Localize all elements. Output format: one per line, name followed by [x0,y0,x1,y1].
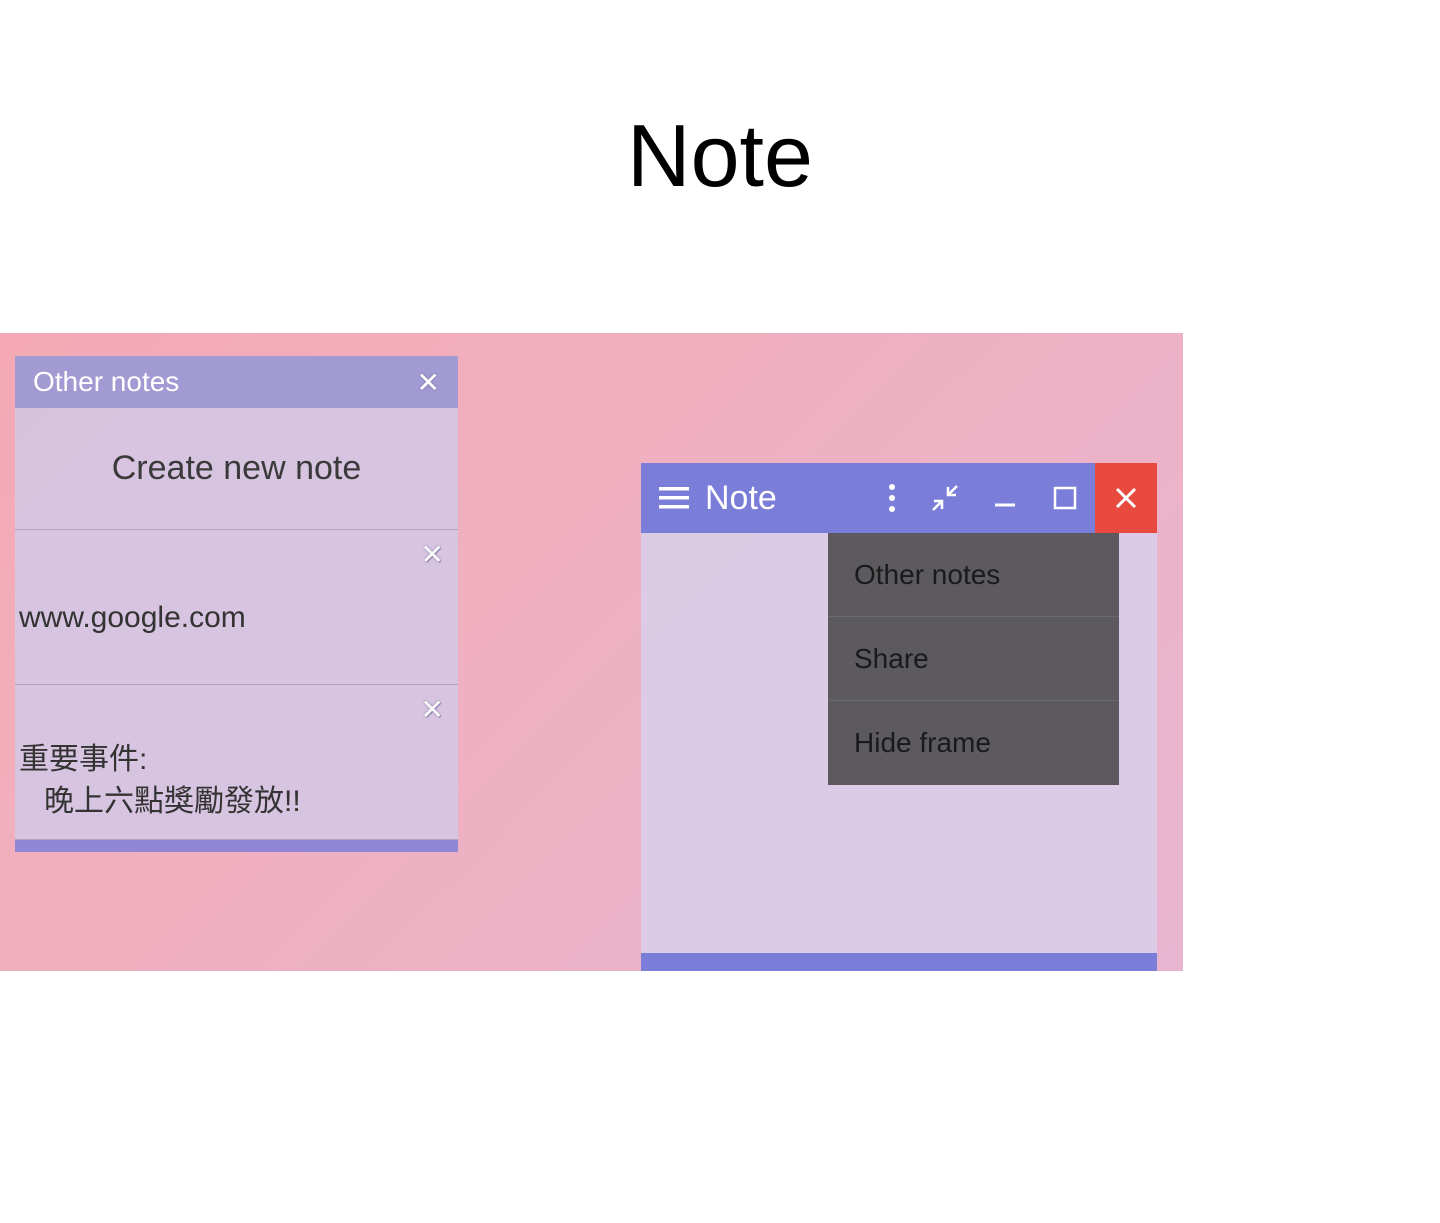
note-window: Note [641,463,1157,971]
close-button[interactable] [1095,463,1157,533]
shrink-icon[interactable] [915,463,975,533]
other-notes-header: Other notes ✕ [15,356,458,408]
note-item-content: 重要事件: 晚上六點獎勵發放!! [19,739,444,823]
titlebar-controls [869,463,1157,533]
desktop-area: Other notes ✕ Create new note ✕ www.goog… [0,333,1183,971]
create-new-note-button[interactable]: Create new note [15,408,458,530]
note-body[interactable]: Other notes Share Hide frame [641,533,1157,953]
minimize-icon[interactable] [975,463,1035,533]
close-icon[interactable]: ✕ [417,366,440,399]
context-menu: Other notes Share Hide frame [828,533,1119,785]
note-titlebar[interactable]: Note [641,463,1157,533]
note-list-item[interactable]: ✕ www.google.com [15,530,458,685]
menu-item-label: Other notes [854,555,1093,594]
other-notes-title: Other notes [33,366,179,398]
hamburger-menu-icon[interactable] [659,487,689,509]
create-new-note-label: Create new note [112,449,362,488]
more-options-button[interactable] [869,463,915,533]
note-list-item[interactable]: ✕ 重要事件: 晚上六點獎勵發放!! [15,685,458,840]
menu-item-share[interactable]: Share [828,617,1119,701]
page-title: Note [0,0,1440,207]
menu-item-other-notes[interactable]: Other notes [828,533,1119,617]
maximize-icon[interactable] [1035,463,1095,533]
panel-footer-bar [15,840,458,852]
note-footer-bar [641,953,1157,971]
note-window-title: Note [705,479,777,518]
menu-item-label: Share [854,639,1093,678]
menu-item-hide-frame[interactable]: Hide frame [828,701,1119,784]
other-notes-panel: Other notes ✕ Create new note ✕ www.goog… [15,356,458,852]
close-icon[interactable]: ✕ [421,538,444,571]
close-icon[interactable]: ✕ [421,693,444,726]
note-item-content: www.google.com [19,597,444,639]
menu-item-label: Hide frame [854,723,1093,762]
